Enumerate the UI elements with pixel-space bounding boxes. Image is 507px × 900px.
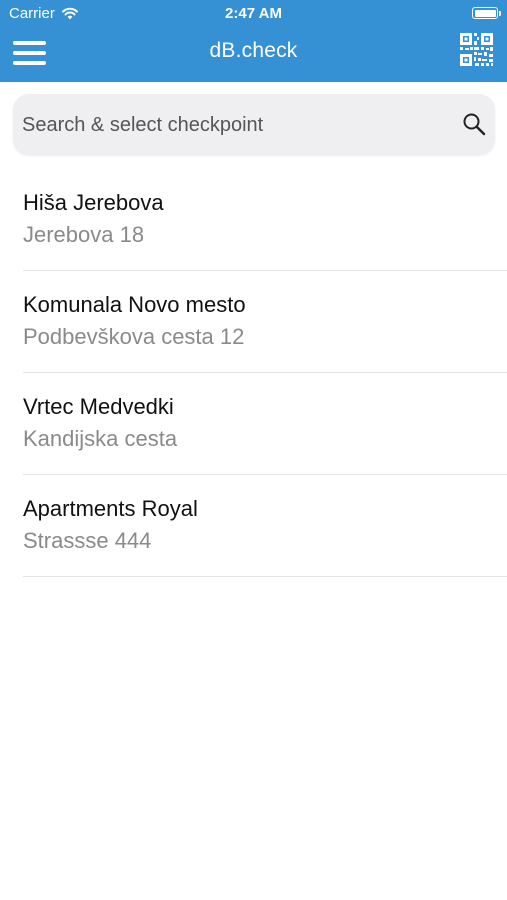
qr-code-icon[interactable] xyxy=(460,33,493,66)
checkpoint-name: Hiša Jerebova xyxy=(23,190,164,215)
search-input[interactable] xyxy=(20,94,444,157)
search-icon[interactable] xyxy=(462,112,486,136)
checkpoint-address: Kandijska cesta xyxy=(23,426,178,451)
checkpoint-list: Hiša Jerebova Jerebova 18 Komunala Novo … xyxy=(0,169,507,577)
page-title: dB.check xyxy=(209,39,298,62)
checkpoint-item[interactable]: Hiša Jerebova Jerebova 18 xyxy=(23,169,507,271)
checkpoint-name: Vrtec Medvedki xyxy=(23,394,174,419)
checkpoint-address: Podbevškova cesta 12 xyxy=(23,324,245,349)
header-bar: Carrier 2:47 AM dB.check xyxy=(0,0,507,82)
battery-icon xyxy=(472,7,501,19)
checkpoint-address: Strassse 444 xyxy=(23,528,152,553)
checkpoint-item[interactable]: Apartments Royal Strassse 444 xyxy=(23,475,507,577)
search-bar xyxy=(13,94,495,157)
checkpoint-address: Jerebova 18 xyxy=(23,222,145,247)
checkpoint-name: Komunala Novo mesto xyxy=(23,292,246,317)
checkpoint-name: Apartments Royal xyxy=(23,496,198,521)
status-time: 2:47 AM xyxy=(225,5,282,22)
checkpoint-item[interactable]: Komunala Novo mesto Podbevškova cesta 12 xyxy=(23,271,507,373)
checkpoint-item[interactable]: Vrtec Medvedki Kandijska cesta xyxy=(23,373,507,475)
